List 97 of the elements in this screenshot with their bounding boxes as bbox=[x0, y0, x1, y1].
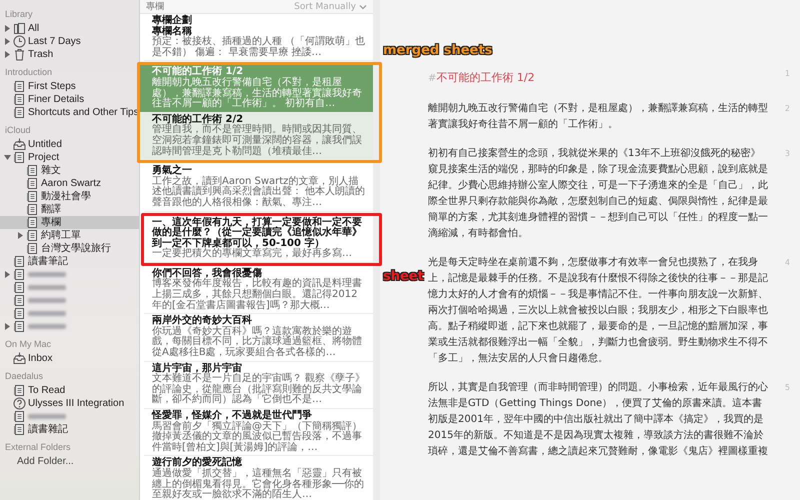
sheet-preview: 文本難道不是一片自足的宇宙嗎？ 觀察《孽子》的評論史，從龍應台（批評寫則難的反共文學論斷，卻不約而同）認為「它倒也不是… bbox=[152, 374, 366, 406]
sheet-item[interactable]: 一、這次年假有九天，打算一定要做和一定不要做的是什麼？（從一定要讀完《追憶似水年華》到一定不下牌桌都可以，50-100 字） 一定要把積欠的專欄文章寫完，最好再多寫… bbox=[144, 216, 373, 263]
sidebar-item[interactable]: 讀書筆記 bbox=[0, 255, 139, 268]
sheet-item[interactable]: 怪愛罪，怪媒介，不過就是世代鬥爭 馬習會前夕「獨立評論@天下」（下簡稱獨評）撤掉黃丞儀的文章的風波似已暫告段落，不過事件當時[曾柏文]與[黃湯姆]的評論，… bbox=[144, 409, 373, 456]
inbox-icon bbox=[13, 138, 26, 151]
document-icon bbox=[26, 216, 39, 229]
heading-marker: # bbox=[428, 73, 436, 84]
sheet-title: 不可能的工作術 1/2 bbox=[152, 67, 244, 78]
sheet-title: 遊行前夕的愛死記憶 bbox=[152, 458, 243, 468]
document-icon bbox=[26, 164, 39, 177]
document-icon bbox=[13, 255, 26, 268]
document-heading: 不可能的工作術 1/2 bbox=[436, 71, 535, 84]
clock-icon bbox=[13, 35, 26, 48]
document-icon bbox=[26, 203, 39, 216]
document-icon bbox=[13, 106, 26, 119]
stack-icon bbox=[13, 22, 26, 35]
sheet-preview: 馬習會前夕「獨立評論@天下」（下簡稱獨評）撤掉黃丞儀的文章的風波似已暫告段落，不過事件當時[曾柏文]與[黃湯姆]的評論，… bbox=[152, 422, 363, 454]
sheet-item[interactable]: 兩岸外交的奇妙大百科 你玩過《奇妙大百科》嗎？這款寓教於樂的遊戲，每關目標不同，比方讓球通過籃框、將物體從A處移往B處，玩家要組合各式各樣的… bbox=[144, 314, 373, 362]
document-icon bbox=[13, 151, 26, 164]
document-icon bbox=[13, 384, 26, 397]
document-icon bbox=[13, 281, 26, 294]
paragraph-text: 離開朝九晚五改行警備自宅（不對，是租屋處），兼翻譯兼寫稿，生活的轉型著實讓我好奇往昔不屑一顧的「工作術」。 bbox=[428, 102, 769, 132]
section-header: External Folders bbox=[4, 441, 72, 454]
annotation-label: merged sheets bbox=[383, 43, 492, 58]
sidebar-item[interactable]: Finer Details bbox=[0, 93, 139, 106]
sidebar-item[interactable]: 雜文 bbox=[0, 164, 139, 177]
sheet-preview: 通過做愛「抓交替」，這種無名「惡靈」只有被纏上的倒楣鬼看得見。它會化身各種形象──你的至親好友或一臉欲求不滿的陌生人… bbox=[152, 468, 366, 500]
sheet-title: 不可能的工作術 2/2 bbox=[152, 114, 244, 125]
annotation-label: sheet bbox=[383, 268, 424, 284]
sidebar-item[interactable]: 翻譯 bbox=[0, 203, 139, 216]
document-icon bbox=[13, 80, 26, 93]
sheet-title: 專欄名稱 bbox=[152, 26, 192, 37]
section-header: Daedalus bbox=[4, 370, 44, 383]
paragraph-text: 所以，其實是自我管理（而非時間管理）的問題。小事檢索，近年最風行的心法無非是GTD（Getting Things Done），便買了艾倫的原書來讀。這本書初版是2001年，翌年中國的中信出版社就出了簡中譯本《搞定》，我買的是2015年的新版。不知道是不是因為現實太複雜，導致談方法的書很難不淪於瑣碎，還是艾倫不善寫書，總之讀起來冗贅難耐，像電影《鬼店》裡圖樣重複 bbox=[428, 380, 769, 459]
sidebar-item[interactable]: Add Folder... bbox=[0, 455, 139, 468]
sheet-item[interactable]: 專欄企劃 專欄名稱 預定：被接枝、插種過的人種 （「何謂敗萌」也是不錯） 傷遍： 早衰需要早療 挫諉… bbox=[144, 14, 373, 62]
sheet-title: 勇氣之一 bbox=[152, 166, 193, 176]
sheet-item[interactable]: 不可能的工作術 2/2 管理自我，而不是管理時間。時間或因其同質、空洞宛若拿鐘錶即可測量深闊的容器，讓我們誤認時間管理是克卜勒問題（堆積最佳… bbox=[140, 112, 373, 160]
sheet-preview: 一定要把積欠的專欄文章寫完，最好再多寫… bbox=[152, 249, 353, 260]
section-header: Library bbox=[4, 8, 34, 21]
sidebar-item[interactable]: Trash bbox=[0, 48, 139, 61]
sidebar-item[interactable]: First Steps bbox=[0, 80, 139, 93]
list-title: 專欄 bbox=[146, 0, 164, 13]
document-icon bbox=[26, 190, 39, 203]
document-icon bbox=[26, 229, 39, 242]
sidebar-item[interactable]: All bbox=[0, 22, 139, 35]
document-icon bbox=[13, 268, 26, 281]
paragraph-number: 3 bbox=[784, 148, 790, 160]
sheet-title: 一、這次年假有九天，打算一定要做和一定不要做的是什麼？（從一定要讀完《追憶似水年華》到一定不下牌桌都可以，50-100 字） bbox=[152, 218, 363, 249]
section-header: iCloud bbox=[4, 124, 32, 137]
sheet-preview: 預定：被接枝、插種過的人種 （「何謂敗萌」也是不錯） 傷遍： 早衰需要早療 挫諉… bbox=[152, 37, 366, 58]
sidebar-item[interactable]: Untitled bbox=[0, 138, 139, 151]
sheet-preview: 博客來發佈年度報告，比較有趣的資訊是料理書上揚三成多，其餘只想翻個白眼。還記得2012年的[金石堂書店圖書報告]嗎？那大概… bbox=[152, 279, 363, 312]
document-icon bbox=[13, 294, 26, 307]
sidebar-item[interactable]: 台灣文學說旅行 bbox=[0, 242, 139, 255]
sidebar-item[interactable]: Last 7 Days bbox=[0, 35, 139, 48]
sheet-item[interactable]: 勇氣之一 工作之故，讀到Aaron Swartz的文章，別人描述他讀書讀到興高采烈會讀出聲： 他本人朗讀的聲音跟他的人格很相像：猷氣、專注… bbox=[144, 164, 373, 212]
sheet-title: 你們不回答，我會很憂傷 bbox=[152, 268, 262, 279]
document-icon bbox=[26, 177, 39, 190]
trash-icon bbox=[13, 48, 26, 61]
document-icon bbox=[13, 410, 26, 423]
sheet-item[interactable]: 這片宇宙，那片宇宙 文本難道不是一片自足的宇宙嗎？ 觀察《孽子》的評論史，從龍應台（批評寫則難的反共文學論斷，卻不約而同）認為「它倒也不是… bbox=[144, 362, 373, 409]
sheet-title: 怪愛罪，怪媒介，不過就是世代鬥爭 bbox=[152, 411, 313, 421]
inbox-icon bbox=[13, 352, 26, 365]
sidebar-item[interactable]: 專欄 bbox=[0, 216, 139, 229]
sidebar-item[interactable]: 約聘工單 bbox=[0, 229, 139, 242]
sidebar-item[interactable]: Ulysses III Integration bbox=[0, 397, 139, 410]
sheet-preview: 工作之故，讀到Aaron Swartz的文章，別人描述他讀書讀到興高采烈會讀出聲： 他本人朗讀的聲音跟他的人格很相像：猷氣、專注… bbox=[152, 176, 366, 208]
document-icon bbox=[13, 320, 26, 333]
chevron-down-icon bbox=[359, 4, 367, 10]
paragraph-number: 5 bbox=[784, 382, 790, 394]
document-icon bbox=[13, 93, 26, 106]
paragraph-text: 光是每天定時坐在桌前還不夠，怎麼做事才有效率一會兒也摸熟了，在我身上，記憶是最棘手的任務。不是說我有什麼恨不得除之後快的往事－－那是記憶力太好的人才會有的煩惱－－我是事情記不住。一件事向朋友說一次新鮮、兩次打個哈哈揭過，三次以上就會被投以白眼；我朋友少，相形之下白眼率也高。點子稍縱即逝，記下來也就罷了，最要命的是，一旦記憶的黯層加深，事業或生活就都很難浮出一幅「全貌」，判斷力也會疲弱。野生動物求生不得不「多工」，無法安居的人只會日趨倦怠。 bbox=[428, 256, 769, 366]
section-header: On My Mac bbox=[4, 338, 52, 351]
paragraph-number: 2 bbox=[784, 103, 790, 115]
document-icon bbox=[13, 423, 26, 436]
document-icon bbox=[13, 307, 26, 320]
sheet-preview: 管理自我，而不是管理時間。時間或因其同質、空洞宛若拿鐘錶即可測量深闊的容器，讓我們誤認時間管理是克卜勒問題（堆積最佳… bbox=[152, 125, 363, 158]
sheet-preview: 離開朝九晚五改行警備自宅（不對，是租屋處），兼翻譯兼寫稿，生活的轉型著實讓我好奇往昔不屑一顧的「工作術」。 初初有自… bbox=[152, 78, 363, 110]
sheet-item[interactable]: 遊行前夕的愛死記憶 通過做愛「抓交替」，這種無名「惡靈」只有被纏上的倒楣鬼看得見。它會化身各種形象──你的至親好友或一臉欲求不滿的陌生人… bbox=[144, 456, 373, 500]
sheet-item[interactable]: 你們不回答，我會很憂傷 博客來發佈年度報告，比較有趣的資訊是料理書上揚三成多，其餘只想翻個白眼。還記得2012年的[金石堂書店圖書報告]嗎？那大概… bbox=[144, 266, 373, 314]
question-icon bbox=[13, 397, 26, 410]
section-header: Introduction bbox=[4, 66, 54, 79]
sidebar-item[interactable]: 動漫社會學 bbox=[0, 190, 139, 203]
sidebar-item[interactable]: Project bbox=[0, 151, 139, 164]
sidebar-item[interactable]: Inbox bbox=[0, 352, 139, 365]
sheet-preview: 你玩過《奇妙大百科》嗎？這款寓教於樂的遊戲，每關目標不同，比方讓球通過籃框、將物體從A處移往B處，玩家要組合各式各樣的… bbox=[152, 326, 363, 359]
paragraph-number: 4 bbox=[784, 257, 790, 269]
sidebar-item[interactable]: To Read bbox=[0, 384, 139, 397]
sheet-title: 兩岸外交的奇妙大百科 bbox=[152, 316, 252, 326]
sidebar-item[interactable]: 讀書雜記 bbox=[0, 423, 139, 436]
sheet-title: 專欄企劃 bbox=[152, 16, 193, 26]
document-icon bbox=[26, 242, 39, 255]
sheet-title: 這片宇宙，那片宇宙 bbox=[152, 364, 242, 374]
sidebar-item[interactable]: Aaron Swartz bbox=[0, 177, 139, 190]
paragraph-number: 1 bbox=[784, 68, 790, 80]
paragraph-text: 初初有自己接案營生的念頭，我就從米果的《13年不上班卻沒餓死的秘密》窺見接案生活的端倪，那時的印象是，除了現金流要費點心思顧，說到底就是紀律。少費心思維持辦公室人際交往，可是一下子湧進來的全是「自己」，此際全世界只剩存款能與你為敵，怎麼剋制自己的短處、侷限與惰性，紀律是最簡單的方案，尤其刻進身體裡的習慣－－想到自己可以「任性」的程度一點一滴縮減，有時都會怕。 bbox=[428, 146, 769, 241]
